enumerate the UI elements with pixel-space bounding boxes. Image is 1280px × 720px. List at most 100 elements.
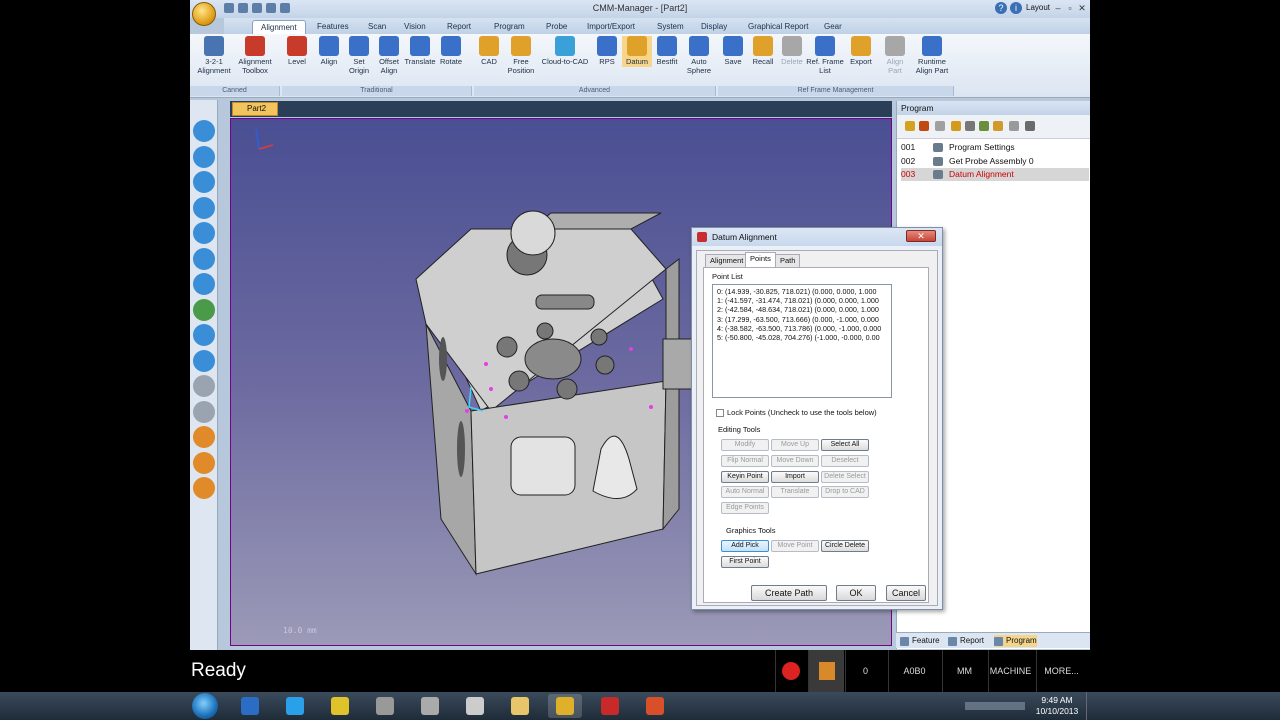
show-desktop-button[interactable]	[1086, 692, 1096, 720]
tab-graphical-report[interactable]: Graphical Report	[740, 20, 816, 34]
pan-icon[interactable]	[193, 247, 215, 270]
lock-points-row[interactable]: Lock Points (Uncheck to use the tools be…	[716, 408, 877, 418]
edit-icon[interactable]	[1009, 121, 1019, 131]
probe-icon[interactable]	[979, 121, 989, 131]
rotate-icon[interactable]	[193, 273, 215, 295]
ribbon-datum-button[interactable]: Datum	[622, 36, 652, 67]
tab-part2[interactable]: Part2	[232, 102, 278, 116]
run-icon[interactable]	[905, 121, 915, 131]
view-top-icon[interactable]	[193, 375, 215, 397]
zoom-window-icon[interactable]	[193, 171, 215, 193]
continue-icon[interactable]	[951, 121, 961, 131]
ribbon-rotate-button[interactable]: Rotate	[436, 36, 466, 67]
tab-points[interactable]: Points	[745, 252, 776, 267]
ribbon-ref-frame-list-button[interactable]: Ref. Frame List	[806, 36, 844, 75]
ribbon-auto-sphere-button[interactable]: Auto Sphere	[682, 36, 716, 75]
tab-features[interactable]: Features	[309, 20, 357, 34]
breakpoint-icon[interactable]	[965, 121, 975, 131]
minimize-icon[interactable]: –	[1052, 2, 1064, 14]
panel-tab-program[interactable]: Program	[994, 635, 1037, 647]
step-icon[interactable]	[919, 121, 929, 131]
ribbon-recall-button[interactable]: Recall	[748, 36, 778, 67]
zoom-fit-icon[interactable]	[193, 196, 215, 219]
panel-tab-report[interactable]: Report	[948, 635, 984, 647]
tab-probe[interactable]: Probe	[538, 20, 575, 34]
taskbar-cmm-manager-button[interactable]	[548, 694, 582, 718]
ribbon-3-2-1-alignment-button[interactable]: 3-2-1 Alignment	[194, 36, 234, 75]
ribbon-offset-align-button[interactable]: Offset Align	[374, 36, 404, 75]
ribbon-rps-button[interactable]: RPS	[592, 36, 622, 67]
tab-display[interactable]: Display	[693, 20, 735, 34]
create-path-button[interactable]: Create Path	[751, 585, 827, 601]
graphics-circle-delete-button[interactable]: Circle Delete	[821, 540, 869, 552]
editing-keyin-point-button[interactable]: Keyin Point	[721, 470, 769, 483]
tab-system[interactable]: System	[649, 20, 692, 34]
panel-tab-feature[interactable]: Feature	[900, 635, 940, 647]
close-icon[interactable]: ✕	[1076, 2, 1088, 14]
tab-path[interactable]: Path	[775, 254, 801, 267]
view-cycle-icon[interactable]	[193, 298, 215, 321]
dialog-close-button[interactable]: ✕	[906, 230, 936, 242]
point-list[interactable]: 0: (14.939, -30.825, 718.021) (0.000, 0.…	[712, 284, 892, 398]
graphics-first-point-button[interactable]: First Point	[721, 556, 769, 568]
lock-points-checkbox[interactable]	[716, 409, 724, 418]
taskbar-display-button[interactable]	[458, 694, 492, 718]
layout-menu[interactable]: Layout	[1026, 3, 1050, 12]
shade-icon[interactable]	[193, 451, 215, 474]
ribbon-free-position-button[interactable]: Free Position	[504, 36, 538, 75]
taskbar-ie-button[interactable]	[278, 694, 312, 718]
tab-gear[interactable]: Gear	[816, 20, 850, 34]
tab-alignment[interactable]: Alignment	[252, 20, 306, 34]
editing-select-all-button[interactable]: Select All	[821, 439, 869, 451]
taskbar-explorer-button[interactable]	[503, 694, 537, 718]
tools-icon[interactable]	[1025, 121, 1035, 131]
ribbon-runtime-align-part-button[interactable]: Runtime Align Part	[910, 36, 954, 75]
refresh-icon[interactable]	[993, 121, 1003, 131]
graphics-add-pick-button[interactable]: Add Pick	[721, 540, 769, 552]
ribbon-cad-button[interactable]: CAD	[474, 36, 504, 67]
tab-scan[interactable]: Scan	[360, 20, 394, 34]
stop-icon[interactable]	[935, 121, 945, 131]
restore-icon[interactable]: ▫	[1064, 2, 1076, 14]
ribbon-level-button[interactable]: Level	[282, 36, 312, 67]
units-toggle[interactable]: MM	[942, 650, 986, 692]
list-item[interactable]: 1: (-41.597, -31.474, 718.021) (0.000, 0…	[717, 296, 891, 305]
taskbar-installer-button[interactable]	[368, 694, 402, 718]
view-front-icon[interactable]	[193, 324, 215, 346]
ribbon-export-button[interactable]: Export	[844, 36, 878, 67]
list-item[interactable]: 4: (-38.582, -63.500, 713.786) (0.000, -…	[717, 324, 891, 333]
program-row[interactable]: 002 Get Probe Assembly 0	[901, 155, 1089, 168]
zoom-out-icon[interactable]	[193, 145, 215, 168]
ribbon-save-button[interactable]: Save	[718, 36, 748, 67]
ribbon-cloud-to-cad-button[interactable]: Cloud-to-CAD	[538, 36, 592, 67]
taskbar-chrome-button[interactable]	[323, 694, 357, 718]
taskbar-notepad-button[interactable]	[413, 694, 447, 718]
list-item[interactable]: 0: (14.939, -30.825, 718.021) (0.000, 0.…	[717, 287, 891, 296]
editing-import-button[interactable]: Import	[771, 470, 819, 483]
alarm-icon[interactable]	[775, 650, 805, 692]
mode-toggle[interactable]: MACHINE	[988, 650, 1032, 692]
ribbon-align-button[interactable]: Align	[314, 36, 344, 67]
ribbon-bestfit-button[interactable]: Bestfit	[652, 36, 682, 67]
tab-program[interactable]: Program	[486, 20, 533, 34]
taskbar-powerpoint-button[interactable]	[638, 694, 672, 718]
tab-import-export[interactable]: Import/Export	[579, 20, 643, 34]
tab-vision[interactable]: Vision	[396, 20, 434, 34]
cancel-button[interactable]: Cancel	[886, 585, 926, 601]
system-clock[interactable]: 9:49 AM 10/10/2013	[1032, 695, 1082, 717]
view-iso-icon[interactable]	[193, 426, 215, 448]
tab-alignment[interactable]: Alignment	[705, 254, 749, 267]
ribbon-set-origin-button[interactable]: Set Origin	[344, 36, 374, 75]
tray-icons[interactable]	[965, 702, 1025, 710]
list-item[interactable]: 3: (17.299, -63.500, 713.666) (0.000, -1…	[717, 315, 891, 324]
program-row[interactable]: 003 Datum Alignment	[901, 168, 1089, 181]
view-section-icon[interactable]	[193, 349, 215, 372]
box-icon[interactable]	[193, 477, 215, 499]
taskbar-adobe-button[interactable]	[593, 694, 627, 718]
ok-button[interactable]: OK	[836, 585, 876, 601]
list-item[interactable]: 2: (-42.584, -48.634, 718.021) (0.000, 0…	[717, 305, 891, 314]
start-button-icon[interactable]	[192, 693, 218, 719]
info-icon[interactable]: i	[1010, 2, 1022, 14]
list-item[interactable]: 5: (-50.800, -45.028, 704.276) (-1.000, …	[717, 333, 891, 342]
ribbon-translate-button[interactable]: Translate	[404, 36, 436, 67]
